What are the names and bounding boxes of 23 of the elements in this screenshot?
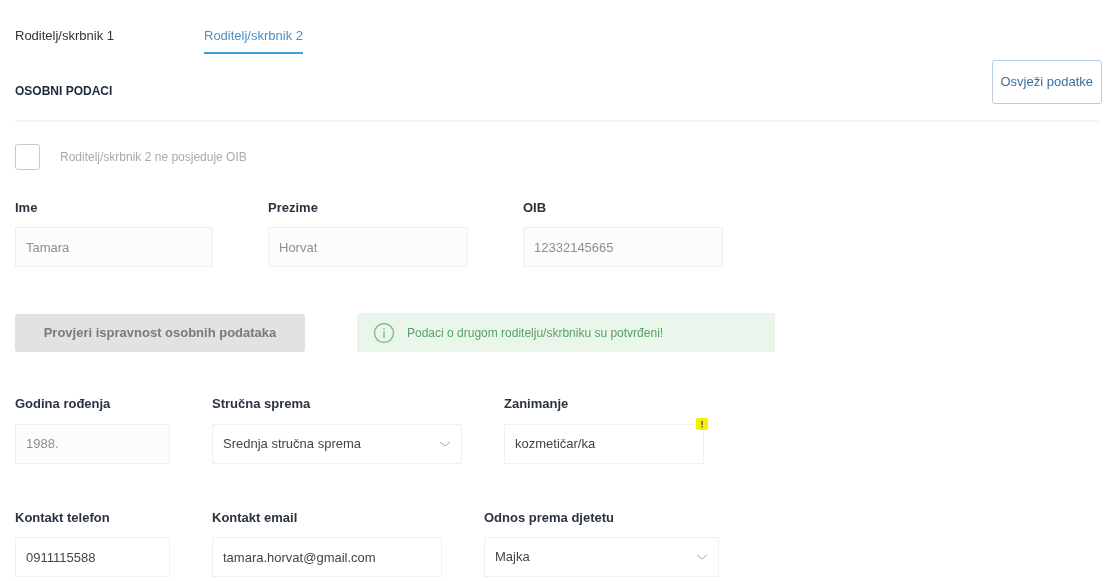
input-field[interactable]: kozmetičar/ka (504, 423, 704, 464)
alert-text: Podaci o drugom roditelju/skrbniku su potvrđeni! (407, 324, 664, 342)
field-label: Zanimanje (504, 395, 570, 413)
field-label: Prezime (268, 198, 319, 217)
tab[interactable]: Roditelj/skrbnik 1 (15, 26, 114, 54)
select-field[interactable]: Srednja stručna sprema (212, 423, 462, 464)
chevron-down-icon (696, 554, 708, 560)
field-label: Ime (15, 198, 39, 217)
info-icon (373, 321, 395, 344)
field-label: Godina rođenja (15, 395, 112, 413)
field-label: Stručna sprema (212, 395, 312, 413)
field-label: Odnos prema djetetu (484, 508, 616, 527)
section-title: OSOBNI PODACI (15, 82, 113, 100)
tab[interactable]: Roditelj/skrbnik 2 (204, 26, 303, 54)
field-label: Kontakt email (212, 508, 299, 527)
field-label: OIB (523, 198, 548, 217)
select-field[interactable]: Majka (484, 537, 719, 577)
refresh-button[interactable]: Osvježi podatke (991, 59, 1102, 104)
input-field[interactable]: 0911115588 (15, 537, 170, 577)
checkbox-label: Roditelj/skrbnik 2 ne posjeduje OIB (60, 148, 247, 166)
chevron-down-icon (439, 440, 451, 447)
input-field[interactable]: tamara.horvat@gmail.com (212, 537, 442, 577)
field-label: Kontakt telefon (15, 508, 111, 527)
